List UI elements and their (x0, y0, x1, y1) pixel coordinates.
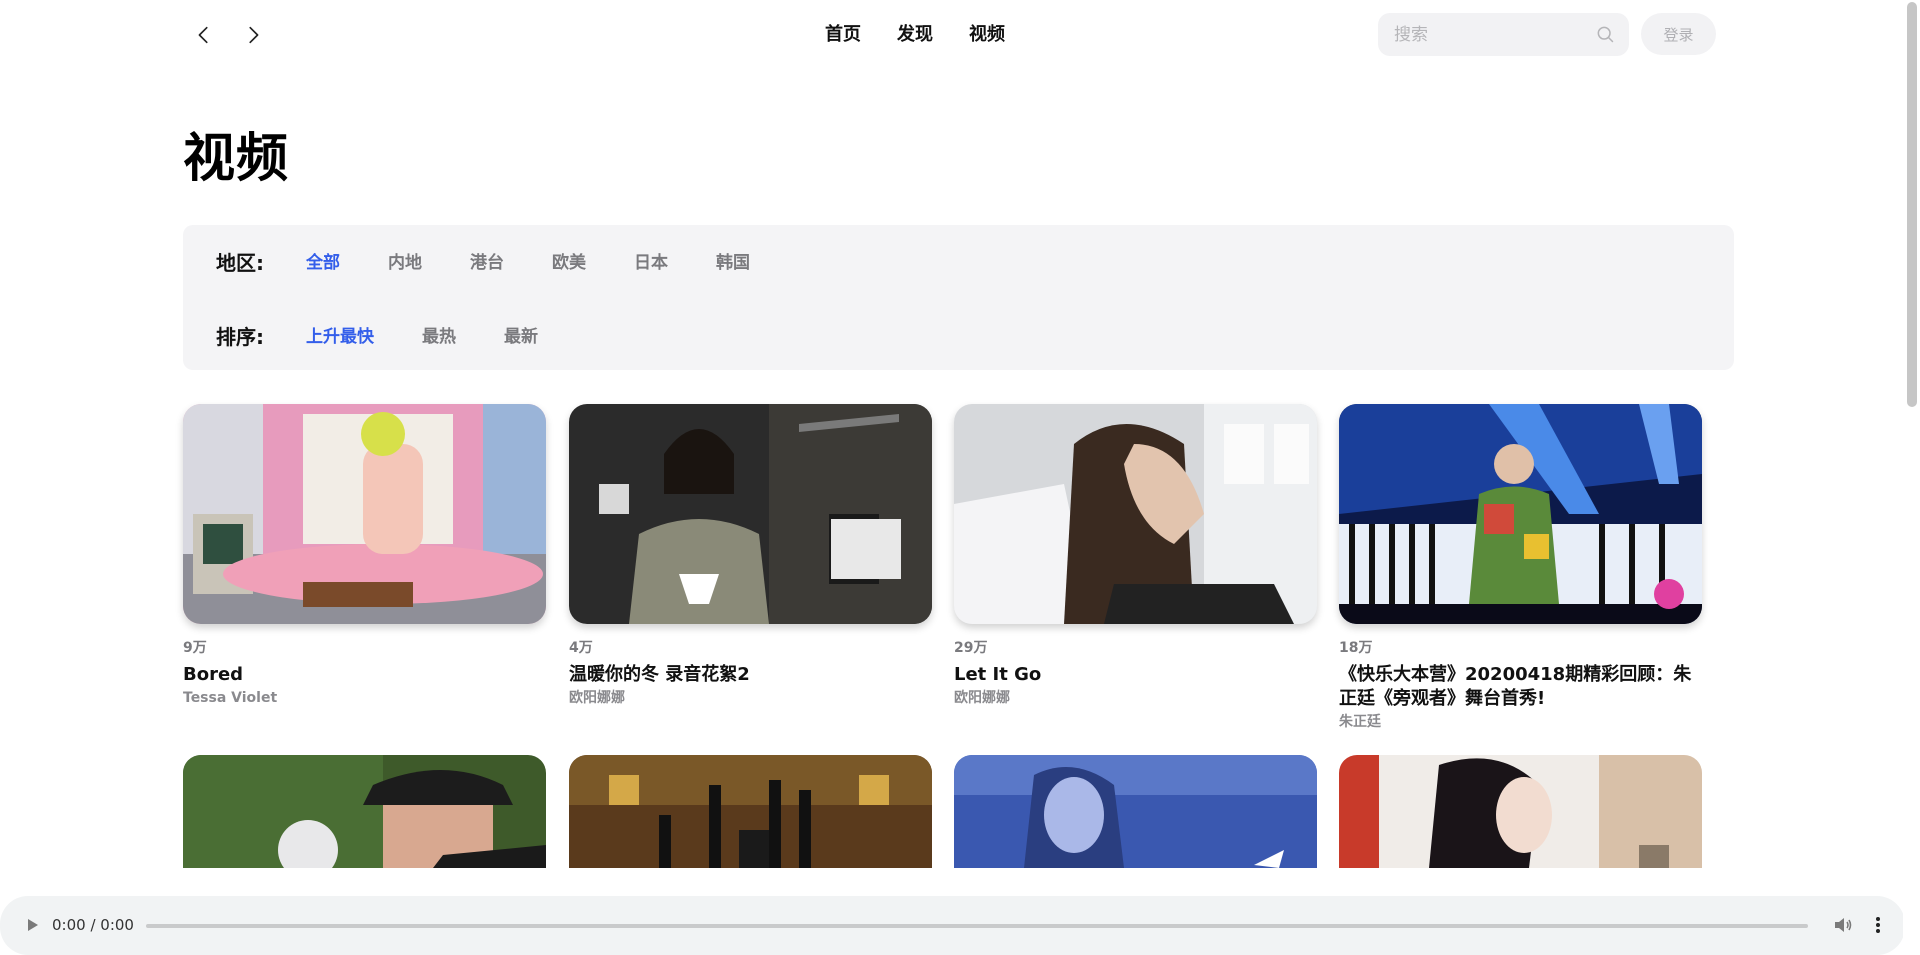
tab-video[interactable]: 视频 (969, 22, 1005, 48)
video-artist[interactable]: 欧阳娜娜 (569, 689, 932, 707)
volume-icon[interactable] (1831, 913, 1855, 937)
video-thumbnail[interactable] (1339, 404, 1702, 624)
tab-home[interactable]: 首页 (825, 22, 861, 48)
region-option-all[interactable]: 全部 (306, 249, 340, 277)
tab-discover[interactable]: 发现 (897, 22, 933, 48)
video-title[interactable]: Let It Go (954, 663, 1317, 687)
video-title[interactable]: 温暖你的冬 录音花絮2 (569, 663, 932, 687)
view-count: 29万 (954, 640, 988, 656)
video-title[interactable]: 《快乐大本营》20200418期精彩回顾：朱正廷《旁观者》舞台首秀! (1339, 663, 1702, 711)
view-count: 4万 (569, 640, 593, 656)
login-button[interactable]: 登录 (1641, 13, 1716, 55)
top-navbar: 首页 发现 视频 登录 (0, 0, 1903, 70)
region-option-western[interactable]: 欧美 (552, 249, 586, 277)
video-card[interactable]: 9万 Bored Tessa Violet (183, 404, 546, 707)
video-thumbnail[interactable] (1339, 755, 1702, 868)
player-progress-bar[interactable] (146, 924, 1808, 928)
view-count: 9万 (183, 640, 207, 656)
search-input[interactable] (1394, 24, 1584, 45)
audio-player: 0:00 / 0:00 (0, 896, 1905, 955)
video-card[interactable] (1339, 755, 1702, 868)
video-card[interactable]: 18万 《快乐大本营》20200418期精彩回顾：朱正廷《旁观者》舞台首秀! 朱… (1339, 404, 1702, 731)
sort-option-hottest[interactable]: 最热 (422, 323, 456, 351)
back-button[interactable] (189, 20, 219, 50)
region-option-hk-tw[interactable]: 港台 (470, 249, 504, 277)
chevron-left-icon (198, 26, 208, 44)
page: 首页 发现 视频 登录 视频 地区: 全部 内地 港台 欧美 日本 韩国 排序:… (0, 0, 1920, 955)
sort-option-newest[interactable]: 最新 (504, 323, 538, 351)
player-time: 0:00 / 0:00 (52, 916, 134, 934)
video-card[interactable]: 4万 温暖你的冬 录音花絮2 欧阳娜娜 (569, 404, 932, 707)
video-card[interactable] (569, 755, 932, 868)
video-thumbnail[interactable] (954, 404, 1317, 624)
video-thumbnail[interactable] (569, 755, 932, 868)
video-card[interactable] (954, 755, 1317, 868)
region-option-japan[interactable]: 日本 (634, 249, 668, 277)
video-artist[interactable]: Tessa Violet (183, 689, 546, 707)
video-artist[interactable]: 朱正廷 (1339, 713, 1702, 731)
video-thumbnail[interactable] (954, 755, 1317, 868)
video-thumbnail[interactable] (183, 755, 546, 868)
video-card[interactable] (183, 755, 546, 868)
sort-filter-row: 排序: 上升最快 最热 最新 (216, 323, 586, 351)
scrollbar-thumb[interactable] (1907, 2, 1917, 407)
region-filter-label: 地区: (216, 251, 264, 275)
region-filter-row: 地区: 全部 内地 港台 欧美 日本 韩国 (216, 249, 798, 277)
main-tabs: 首页 发现 视频 (825, 22, 1041, 48)
forward-button[interactable] (238, 20, 268, 50)
region-option-korea[interactable]: 韩国 (716, 249, 750, 277)
page-title: 视频 (183, 129, 290, 189)
region-option-mainland[interactable]: 内地 (388, 249, 422, 277)
video-thumbnail[interactable] (183, 404, 546, 624)
search-icon[interactable] (1595, 24, 1615, 44)
video-title[interactable]: Bored (183, 663, 546, 687)
search-box (1378, 13, 1629, 56)
more-vertical-icon[interactable] (1866, 913, 1890, 937)
sort-filter-label: 排序: (216, 325, 264, 349)
sort-option-rising[interactable]: 上升最快 (306, 323, 374, 351)
chevron-right-icon (249, 26, 259, 44)
play-icon[interactable] (20, 913, 44, 937)
video-card[interactable]: 29万 Let It Go 欧阳娜娜 (954, 404, 1317, 707)
video-thumbnail[interactable] (569, 404, 932, 624)
video-artist[interactable]: 欧阳娜娜 (954, 689, 1317, 707)
page-scrollbar[interactable] (1903, 0, 1920, 955)
filter-panel: 地区: 全部 内地 港台 欧美 日本 韩国 排序: 上升最快 最热 最新 (183, 225, 1734, 370)
view-count: 18万 (1339, 640, 1373, 656)
